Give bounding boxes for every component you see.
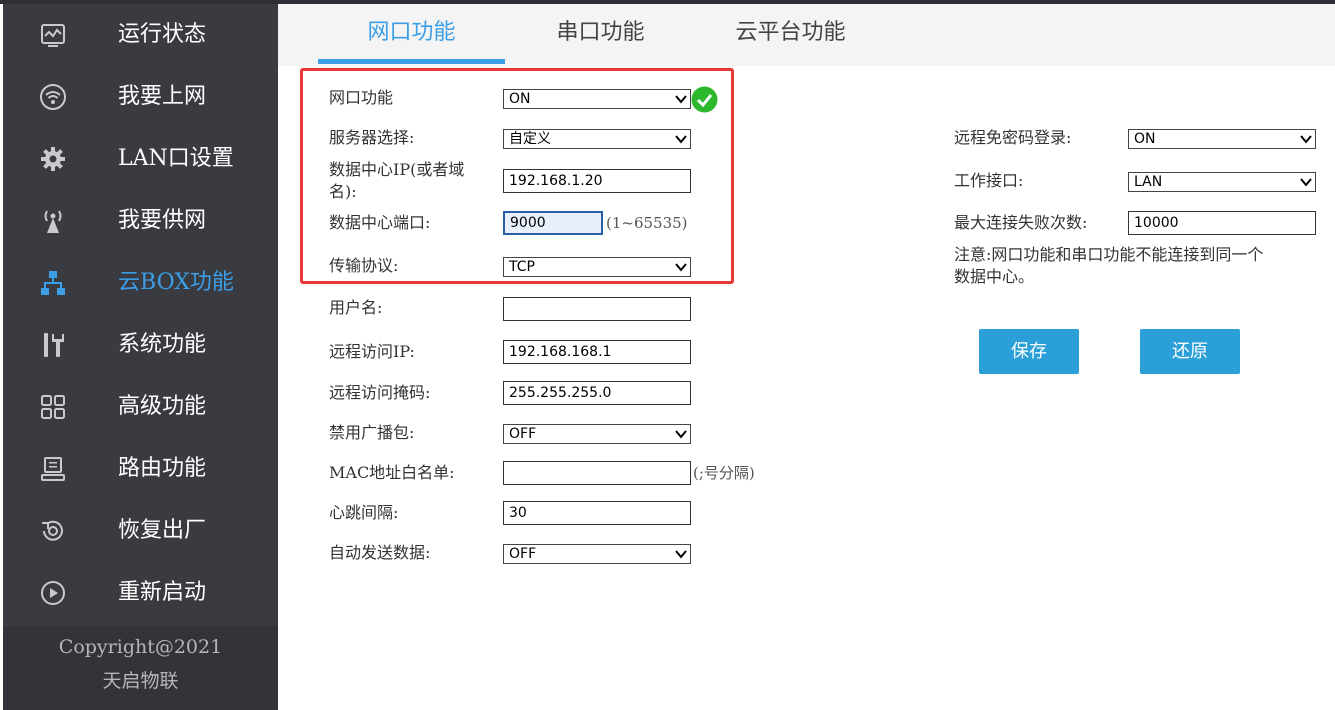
autosend-value: OFF [509,546,537,562]
sidebar-item-label: 高级功能 [118,394,207,419]
network-tree-icon [39,269,67,297]
net-func-select[interactable]: ON [503,89,691,109]
dc-ip-input[interactable]: 192.168.1.20 [503,169,691,193]
max-fail-label: 最大连接失败次数: [954,213,1088,232]
sidebar-item-label: 我要上网 [118,84,207,109]
username-label: 用户名: [329,298,383,317]
restart-icon [39,579,67,607]
chevron-down-icon [675,95,687,104]
net-func-label: 网口功能 [329,88,394,107]
broadcast-select[interactable]: OFF [503,424,691,444]
sidebar-item-restart[interactable]: 重新启动 [3,562,278,624]
broadcast-label: 禁用广播包: [329,423,415,442]
dc-port-label: 数据中心端口: [329,213,431,232]
sidebar-item-system[interactable]: 系统功能 [3,314,278,376]
sidebar-item-internet[interactable]: 我要上网 [3,66,278,128]
tab-serial-port[interactable]: 串口功能 [518,4,683,62]
chevron-down-icon [675,430,687,439]
sidebar-item-label: 运行状态 [118,22,207,47]
sidebar-item-provide[interactable]: 我要供网 [3,190,278,252]
chevron-down-icon [675,263,687,272]
sidebar-item-routing[interactable]: 路由功能 [3,438,278,500]
sidebar-item-status[interactable]: 运行状态 [3,4,278,66]
sidebar-item-label: 系统功能 [118,332,207,357]
copyright-text: Copyright@2021 [58,636,223,658]
server-value: 自定义 [509,131,551,147]
antenna-icon [39,207,67,235]
sidebar-item-label: 我要供网 [118,208,207,233]
chevron-down-icon [1300,135,1312,144]
protocol-value: TCP [509,259,535,275]
heartbeat-label: 心跳间隔: [329,503,399,522]
no-password-label: 远程免密码登录: [954,128,1072,147]
dc-ip-label-line2: 名): [329,182,357,201]
remote-mask-input[interactable]: 255.255.255.0 [503,381,691,405]
tools-icon [39,331,67,359]
tab-network-port[interactable]: 网口功能 [318,4,505,64]
interface-select[interactable]: LAN [1128,172,1316,192]
check-circle-icon [691,86,718,113]
monitor-chart-icon [39,21,67,49]
remote-ip-input[interactable]: 192.168.168.1 [503,340,691,364]
autosend-select[interactable]: OFF [503,544,691,564]
sidebar-item-label: 恢复出厂 [118,518,207,543]
sidebar-item-factory-reset[interactable]: 恢复出厂 [3,500,278,562]
note-line2: 数据中心。 [954,267,1035,286]
dc-ip-label-line1: 数据中心IP(或者域 [329,160,465,179]
chevron-down-icon [675,135,687,144]
sidebar-item-label: 路由功能 [118,456,207,481]
chevron-down-icon [675,550,687,559]
note-line1: 注意:网口功能和串口功能不能连接到同一个 [954,245,1264,264]
sidebar-item-lan[interactable]: LAN口设置 [3,128,278,190]
broadcast-value: OFF [509,426,537,442]
wifi-icon [39,83,67,111]
router-icon [39,455,67,483]
save-button[interactable]: 保存 [979,329,1079,374]
username-input[interactable] [503,297,691,321]
server-select[interactable]: 自定义 [503,129,691,149]
sidebar-item-advanced[interactable]: 高级功能 [3,376,278,438]
no-password-value: ON [1134,131,1156,147]
chevron-down-icon [1300,178,1312,187]
restore-button[interactable]: 还原 [1140,329,1240,374]
grid-icon [39,393,67,421]
dc-port-hint: (1~65535) [606,214,688,232]
remote-mask-label: 远程访问掩码: [329,383,431,402]
net-func-value: ON [509,91,531,107]
sidebar: 运行状态 我要上网 LAN口设置 我要供网 云BOX功能 系统功能 高级功能 路… [3,4,278,710]
max-fail-input[interactable]: 10000 [1128,211,1316,235]
dc-port-input[interactable]: 9000 [503,211,603,235]
company-name: 天启物联 [102,670,179,692]
tab-bar: 网口功能 串口功能 云平台功能 [278,4,1335,66]
heartbeat-input[interactable]: 30 [503,501,691,525]
mac-hint: (;号分隔) [693,464,755,482]
mac-label: MAC地址白名单: [329,463,455,482]
gear-icon [39,145,67,173]
sidebar-item-cloudbox[interactable]: 云BOX功能 [3,252,278,314]
protocol-select[interactable]: TCP [503,257,691,277]
interface-value: LAN [1134,174,1163,190]
copyright: Copyright@2021 天启物联 [3,626,278,710]
no-password-select[interactable]: ON [1128,129,1316,149]
restore-icon [39,517,67,545]
autosend-label: 自动发送数据: [329,543,431,562]
interface-label: 工作接口: [954,171,1024,190]
tab-cloud-platform[interactable]: 云平台功能 [698,4,883,62]
remote-ip-label: 远程访问IP: [329,342,415,361]
server-label: 服务器选择: [329,128,415,147]
sidebar-item-label: 云BOX功能 [118,270,234,295]
protocol-label: 传输协议: [329,256,399,275]
sidebar-item-label: LAN口设置 [118,146,234,171]
sidebar-item-label: 重新启动 [118,580,207,605]
mac-input[interactable] [503,461,691,485]
